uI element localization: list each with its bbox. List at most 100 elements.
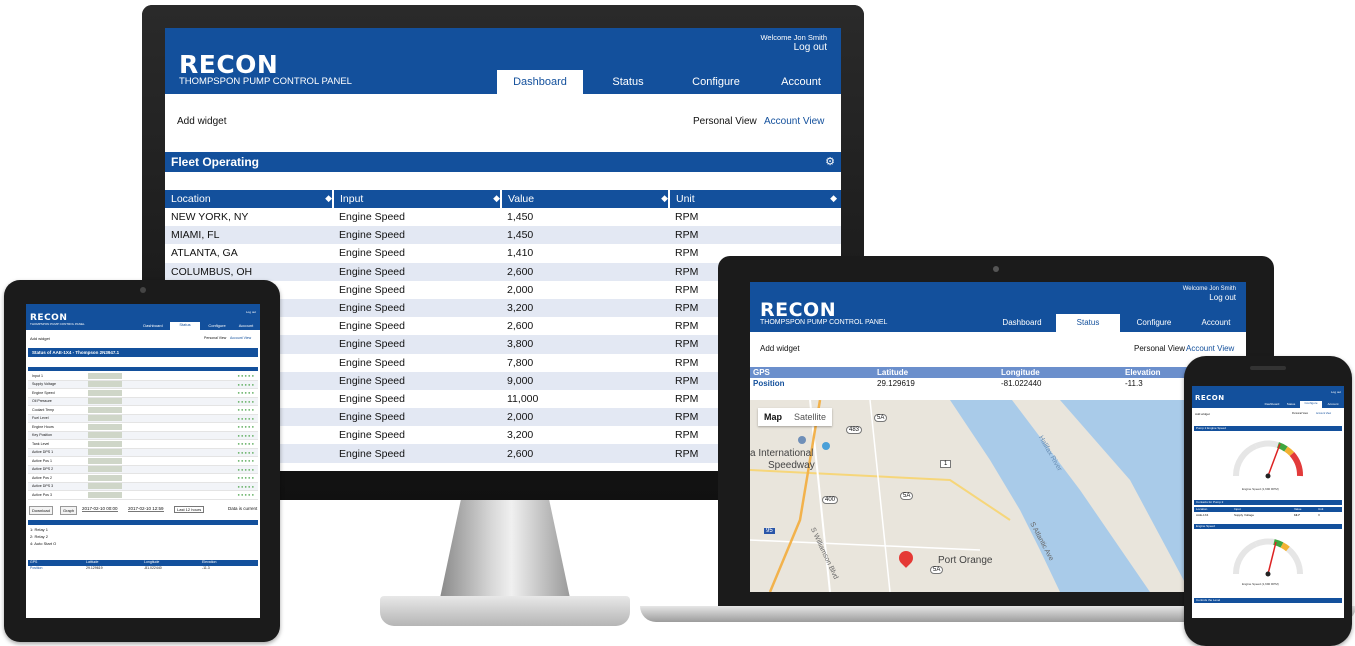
inputs-table: Input 1 ● ● ● ● ● Supply Voltage ● ● ● ● ● E… [28, 372, 258, 500]
input-row[interactable]: Oil Pressure ● ● ● ● ● [28, 397, 258, 406]
to-date-input[interactable]: 2017-02-10 12:59 [128, 506, 164, 512]
sort-icon[interactable]: ◆ [493, 193, 500, 204]
phone-screen: RECON Log out Dashboard Status Configure… [1192, 386, 1344, 618]
tab-dashboard[interactable]: Dashboard [990, 314, 1054, 332]
gear-icon[interactable]: ⚙ [825, 152, 835, 172]
account-view-link[interactable]: Account View [230, 336, 251, 340]
graph-button[interactable]: Graph [60, 506, 78, 515]
personal-view-link[interactable]: Personal View [1134, 344, 1185, 353]
road-shield: 95 [764, 528, 775, 534]
position-label[interactable]: Position [28, 566, 86, 570]
download-button[interactable]: Download [29, 506, 53, 515]
alarm-indicators: ● ● ● ● ● [237, 441, 254, 447]
column-header-input[interactable]: Input ◆ [333, 190, 502, 208]
road-shield: 1 [940, 460, 952, 468]
column-header-value[interactable]: Value ◆ [501, 190, 670, 208]
map-button[interactable]: Map [758, 408, 788, 426]
account-view-link[interactable]: Account View [1316, 412, 1331, 415]
input-row[interactable]: Input 1 ● ● ● ● ● [28, 372, 258, 381]
input-spark-bar [88, 491, 122, 498]
header-bar: RECON THOMPSPON PUMP CONTROL PANEL Welco… [750, 282, 1246, 332]
road-shield: 5A [930, 566, 944, 574]
input-row[interactable]: Active Pos 3 ● ● ● ● ● [28, 491, 258, 500]
alarm-indicators: ● ● ● ● ● [237, 432, 254, 438]
input-row[interactable]: Active DPS 1 ● ● ● ● ● [28, 448, 258, 457]
input-row[interactable]: Supply Voltage ● ● ● ● ● [28, 380, 258, 389]
account-view-link[interactable]: Account View [764, 116, 824, 127]
tab-status[interactable]: Status [1056, 314, 1120, 332]
logout-link[interactable]: Log out [1209, 293, 1236, 302]
input-spark-bar [88, 415, 122, 422]
tab-configure[interactable]: Configure [1122, 314, 1186, 332]
input-row[interactable]: Active DPS 2 ● ● ● ● ● [28, 465, 258, 474]
tab-dashboard[interactable]: Dashboard [497, 70, 583, 94]
output-row: 4: Auto Start O [30, 541, 57, 546]
alarm-indicators: ● ● ● ● ● [237, 398, 254, 404]
input-row[interactable]: Active Pos 1 ● ● ● ● ● [28, 457, 258, 466]
sort-icon[interactable]: ◆ [661, 193, 668, 204]
satellite-button[interactable]: Satellite [788, 408, 832, 426]
quick-preset-select[interactable]: Last 12 hours [174, 506, 205, 513]
input-label: Tank Level [32, 441, 50, 446]
engine-speed-gauge [1232, 440, 1303, 479]
column-header-unit[interactable]: Unit ◆ [669, 190, 841, 208]
map[interactable]: Map Satellite a International Speedway P… [750, 400, 1246, 592]
tab-account[interactable]: Account [1322, 402, 1344, 406]
input-row[interactable]: Active Pos 2 ● ● ● ● ● [28, 474, 258, 483]
input-spark-bar [88, 483, 122, 490]
add-widget-link[interactable]: Add widget [1195, 412, 1210, 416]
input-cell: Engine Speed [339, 356, 405, 369]
logout-link[interactable]: Log out [246, 310, 256, 314]
gps-header: GPS [753, 368, 770, 377]
phone-speaker [1250, 366, 1286, 370]
poi-marker [822, 442, 830, 450]
tab-dashboard[interactable]: Dashboard [1262, 402, 1282, 406]
unit-cell: RPM [675, 229, 699, 242]
tab-account[interactable]: Account [232, 323, 260, 328]
column-header-location[interactable]: Location ◆ [165, 190, 334, 208]
personal-view-link[interactable]: Personal View [1292, 412, 1308, 415]
input-row[interactable]: Fuel Level ● ● ● ● ● [28, 414, 258, 423]
latitude-header: Latitude [877, 368, 909, 377]
personal-view-link[interactable]: Personal View [693, 116, 757, 127]
input-row[interactable]: Engine Hours ● ● ● ● ● [28, 423, 258, 432]
tab-configure[interactable]: Configure [1300, 401, 1322, 408]
input-row[interactable]: Active DPS 3 ● ● ● ● ● [28, 482, 258, 491]
input-row[interactable]: Key Position ● ● ● ● ● [28, 431, 258, 440]
personal-view-link[interactable]: Personal View [204, 336, 226, 340]
logout-link[interactable]: Log out [794, 42, 827, 53]
table-row[interactable]: MIAMI, FL Engine Speed 1,450 RPM [165, 226, 841, 245]
welcome-text: Welcome Jon Smith [1182, 286, 1236, 292]
input-label: Engine Speed [32, 390, 55, 395]
from-date-input[interactable]: 2017-02-10 00:00 [82, 506, 118, 512]
poi-marker [798, 436, 806, 444]
input-spark-bar [88, 466, 122, 473]
input-label: Active DPS 3 [32, 484, 54, 489]
account-view-link[interactable]: Account View [1186, 344, 1234, 353]
table-row[interactable]: NEW YORK, NY Engine Speed 1,450 RPM [165, 208, 841, 226]
input-row[interactable]: Coolant Temp ● ● ● ● ● [28, 406, 258, 415]
input-label: Coolant Temp [32, 407, 55, 412]
sort-icon[interactable]: ◆ [325, 193, 332, 204]
app-subtitle: THOMPSPON PUMP CONTROL PANEL [30, 322, 85, 326]
position-label[interactable]: Position [750, 378, 874, 389]
tab-dashboard[interactable]: Dashboard [138, 323, 168, 328]
tab-configure[interactable]: Configure [202, 323, 232, 328]
recon-logo: RECON [179, 50, 279, 79]
add-widget-link[interactable]: Add widget [760, 344, 800, 353]
input-row[interactable]: Tank Level ● ● ● ● ● [28, 440, 258, 449]
unit-header: Unit [1318, 507, 1324, 511]
add-widget-link[interactable]: Add widget [30, 336, 50, 341]
tab-status[interactable]: Status [1282, 402, 1300, 406]
add-widget-link[interactable]: Add widget [177, 116, 226, 127]
tab-account[interactable]: Account [1186, 314, 1246, 332]
input-row[interactable]: Engine Speed ● ● ● ● ● [28, 389, 258, 398]
sort-icon[interactable]: ◆ [830, 193, 837, 204]
location-cell: NEW YORK, NY [171, 211, 249, 224]
tab-account[interactable]: Account [761, 70, 841, 94]
tab-status[interactable]: Status [585, 70, 671, 94]
logout-link[interactable]: Log out [1331, 390, 1341, 394]
tab-configure[interactable]: Configure [673, 70, 759, 94]
tab-status[interactable]: Status [170, 322, 200, 330]
value-cell: 3,200 [507, 302, 534, 315]
